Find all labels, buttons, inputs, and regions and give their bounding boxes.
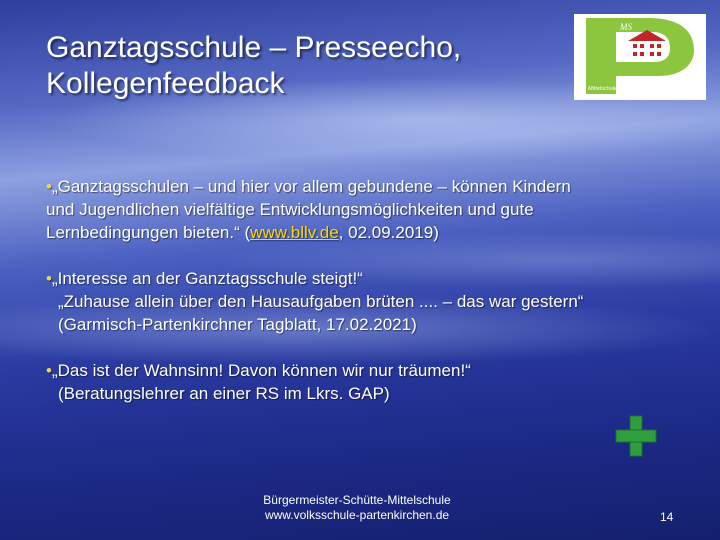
- footer-website: www.volksschule-partenkirchen.de: [264, 508, 450, 522]
- slide-title-line-2: Kollegenfeedback: [46, 67, 285, 100]
- bullet-2-line-1: „Interesse an der Ganztagsschule steigt!…: [51, 269, 363, 288]
- bullet-2-line-2: „Zuhause allein über den Hausaufgaben br…: [58, 292, 584, 311]
- bullet-item-3: •„Das ist der Wahnsinn! Davon können wir…: [46, 359, 696, 405]
- bullet-item-1: •„Ganztagsschulen – und hier vor allem g…: [46, 175, 696, 244]
- footer: Bürgermeister-Schütte-Mittelschule www.v…: [200, 493, 514, 523]
- logo-badge-text: MS: [619, 22, 632, 32]
- plus-icon: [615, 415, 657, 457]
- slide-title: Ganztagsschule – Presseecho, Kollegenfee…: [46, 30, 461, 102]
- bullet-1-line-3-prefix: Lernbedingungen bieten.“ (: [46, 223, 251, 242]
- bullet-1-line-2: und Jugendlichen vielfältige Entwicklung…: [46, 200, 534, 219]
- school-logo: MS Mittelschule Partenkirchen: [574, 14, 706, 100]
- footer-school-name: Bürgermeister-Schütte-Mittelschule: [263, 493, 451, 507]
- bullet-2-line-3: (Garmisch-Partenkirchner Tagblatt, 17.02…: [58, 315, 417, 334]
- slide-title-line-1: Ganztagsschule – Presseecho,: [46, 31, 462, 64]
- logo-school-label: Mittelschule Partenkirchen: [588, 86, 653, 92]
- bullet-1-line-1: „Ganztagsschulen – und hier vor allem ge…: [51, 177, 571, 196]
- bullet-1-line-3-suffix: , 02.09.2019): [338, 223, 439, 242]
- building-body: [630, 40, 664, 60]
- bullet-list: •„Ganztagsschulen – und hier vor allem g…: [46, 175, 696, 428]
- slide-number: 14: [660, 510, 674, 524]
- school-p-logo-icon: MS Mittelschule Partenkirchen: [586, 18, 694, 94]
- bllv-link[interactable]: www.bllv.de: [250, 223, 339, 242]
- bullet-item-2: •„Interesse an der Ganztagsschule steigt…: [46, 267, 696, 336]
- bullet-3-line-2: (Beratungslehrer an einer RS im Lkrs. GA…: [58, 384, 390, 403]
- bullet-3-line-1: „Das ist der Wahnsinn! Davon können wir …: [51, 361, 471, 380]
